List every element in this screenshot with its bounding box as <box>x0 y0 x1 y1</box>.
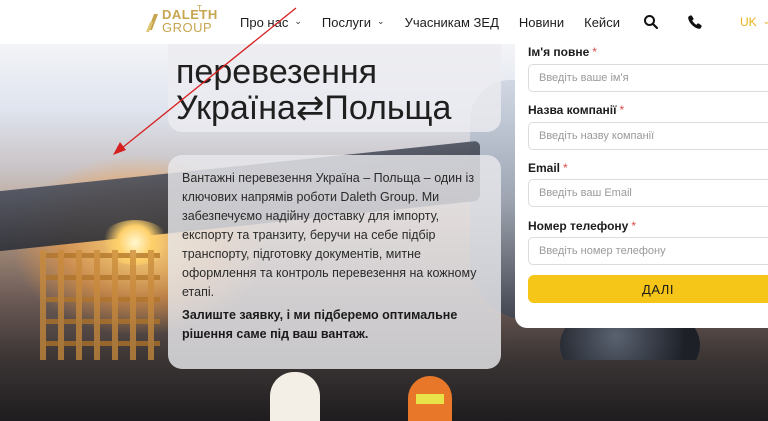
language-switcher[interactable]: UK ⌄ <box>740 15 768 29</box>
search-icon[interactable] <box>643 14 659 30</box>
worker-figure <box>270 372 320 421</box>
field-label-text: Номер телефону <box>528 219 629 233</box>
required-mark: * <box>563 161 568 175</box>
logo-line2: GROUP <box>162 20 213 35</box>
nav-item-label: Послуги <box>321 14 372 30</box>
field-label-company: Назва компанії * <box>528 103 624 117</box>
nav-item-label: Кейси <box>584 14 620 30</box>
nav-item-zed-participants[interactable]: Учасникам ЗЕД <box>405 15 499 30</box>
logo[interactable]: DALETH GROUP T <box>146 4 217 38</box>
phone-field[interactable] <box>528 237 768 265</box>
main-nav: Про нас ⌄ Послуги ⌄ Учасникам ЗЕД Новини… <box>240 0 640 44</box>
field-label-email: Email * <box>528 161 568 175</box>
nav-item-label: Про нас <box>240 14 289 30</box>
tarmac <box>0 360 768 421</box>
company-name-field[interactable] <box>528 122 768 150</box>
logo-text: DALETH GROUP <box>162 8 218 34</box>
request-form: Ім'я повне* Назва компанії* Email* Номер… <box>515 44 768 328</box>
field-label-text: Email <box>528 161 561 175</box>
email-field[interactable] <box>528 179 768 207</box>
logo-mark-icon <box>146 14 158 32</box>
field-label-text: Ім'я повне <box>528 45 590 59</box>
chevron-down-icon: ⌄ <box>377 15 385 26</box>
chevron-down-icon: ⌄ <box>294 15 302 26</box>
nav-item-news[interactable]: Новини <box>519 15 564 30</box>
worker-figure-vest <box>408 376 452 421</box>
field-label-phone: Номер телефону * <box>528 219 636 233</box>
field-label-text: Назва компанії <box>528 103 617 117</box>
next-button[interactable]: ДАЛІ <box>528 275 768 303</box>
nav-item-services[interactable]: Послуги ⌄ <box>322 15 385 30</box>
language-label: UK <box>740 15 757 29</box>
logo-sup: T <box>197 4 202 13</box>
nav-item-label: Новини <box>518 14 565 30</box>
required-mark: * <box>631 219 637 233</box>
chevron-down-icon: ⌄ <box>762 15 768 26</box>
required-mark: * <box>619 103 625 117</box>
hero-cta-text: Залиште заявку, і ми підберемо оптимальн… <box>182 308 458 341</box>
nav-item-label: Учасникам ЗЕД <box>404 14 499 30</box>
hero-description-card: Вантажні перевезення Україна – Польща – … <box>168 155 501 369</box>
hero-title-card: перевезення Україна⇄Польща <box>168 44 501 132</box>
hero-description: Вантажні перевезення Україна – Польща – … <box>182 171 477 299</box>
hero-title-line2: Україна⇄Польща <box>176 89 452 127</box>
phone-icon[interactable] <box>687 14 703 30</box>
nav-item-about[interactable]: Про нас ⌄ <box>240 15 302 30</box>
required-mark: * <box>592 45 597 59</box>
hero-title-line1: перевезення <box>176 53 378 91</box>
nav-item-cases[interactable]: Кейси <box>584 15 620 30</box>
full-name-field[interactable] <box>528 64 768 92</box>
field-label-full-name: Ім'я повне * <box>528 45 597 59</box>
site-header: DALETH GROUP T Про нас ⌄ Послуги ⌄ Учасн… <box>0 0 768 44</box>
